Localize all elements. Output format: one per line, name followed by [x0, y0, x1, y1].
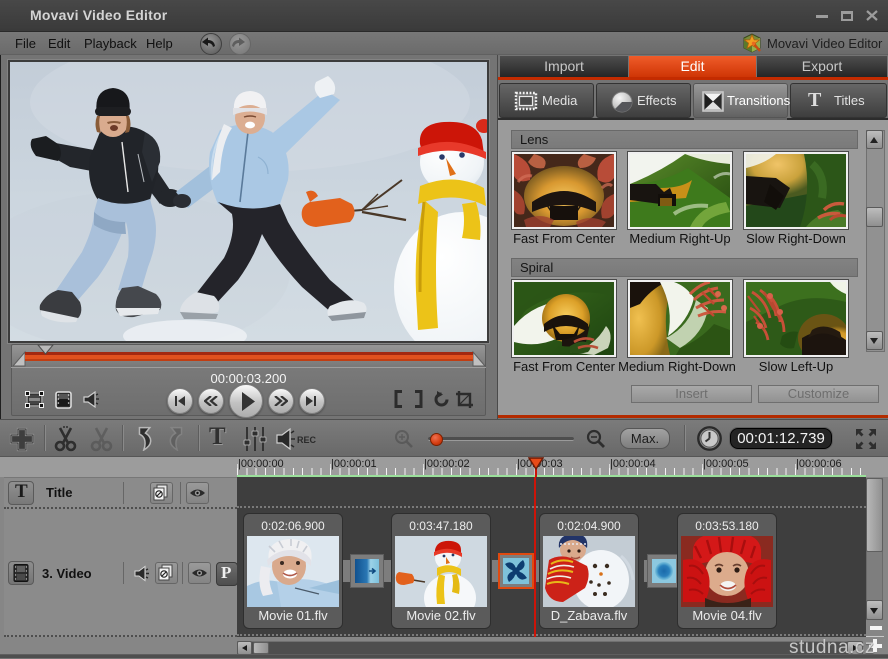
- svg-text:REC: REC: [297, 435, 316, 445]
